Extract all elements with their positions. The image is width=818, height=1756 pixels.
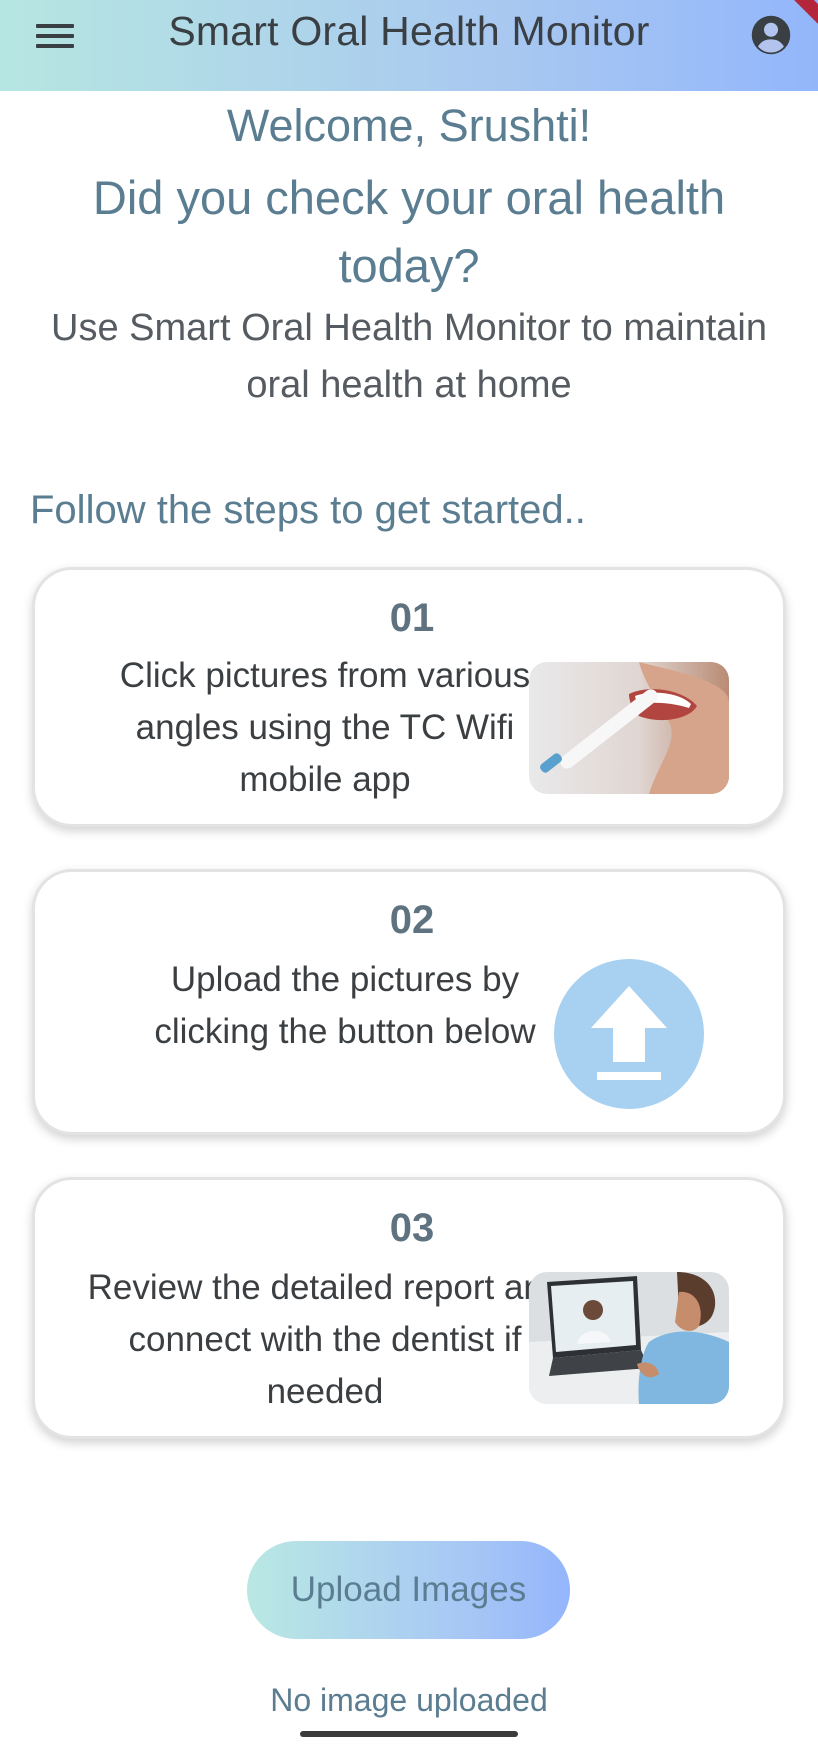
step-card-3: 03 Review the detailed report and connec… <box>32 1177 786 1439</box>
steps-heading: Follow the steps to get started.. <box>30 488 586 532</box>
upload-status: No image uploaded <box>270 1682 548 1718</box>
step-card-2: 02 Upload the pictures by clicking the b… <box>32 869 786 1135</box>
step-card-1: 01 Click pictures from various angles us… <box>32 567 786 827</box>
account-circle-icon[interactable] <box>750 14 792 56</box>
home-indicator <box>300 1731 518 1737</box>
step-number: 01 <box>389 596 435 640</box>
upload-images-button[interactable]: Upload Images <box>247 1541 570 1639</box>
toothbrush-mouth-photo <box>529 662 729 794</box>
welcome-question: Did you check your oral health today? <box>92 171 726 292</box>
app-title: Smart Oral Health Monitor <box>168 8 650 54</box>
app-bar: Smart Oral Health Monitor <box>0 0 818 91</box>
welcome-greeting: Welcome, Srushti! <box>226 100 592 151</box>
upload-icon <box>554 959 704 1109</box>
step-text: Upload the pictures by clicking the butt… <box>154 960 536 1051</box>
welcome-subtitle: Use Smart Oral Health Monitor to maintai… <box>51 307 767 406</box>
video-call-dentist-photo <box>529 1272 729 1404</box>
step-text: Review the detailed report and connect w… <box>87 1268 563 1411</box>
step-text: Click pictures from various angles using… <box>119 656 531 799</box>
step-number: 02 <box>389 898 435 942</box>
step-number: 03 <box>389 1206 435 1250</box>
